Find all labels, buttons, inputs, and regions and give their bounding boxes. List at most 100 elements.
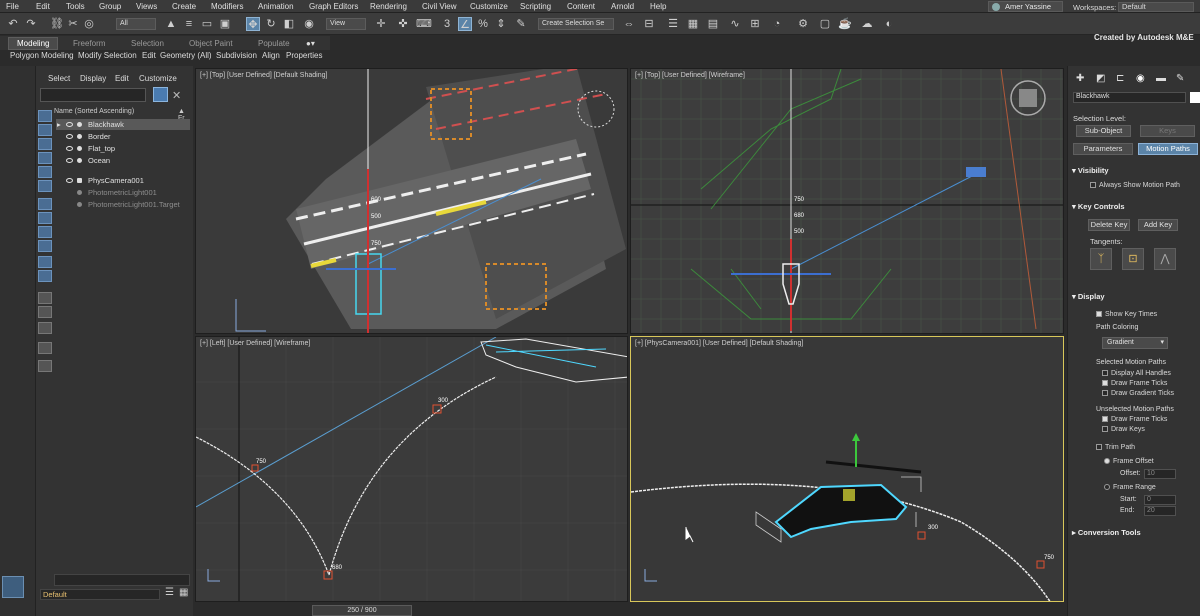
schematic-view-icon[interactable]: ⊞ <box>748 17 762 31</box>
draw-keys-checkbox[interactable]: Draw Keys <box>1102 426 1145 433</box>
se-menu-edit[interactable]: Edit <box>115 74 129 83</box>
viewport-top-shaded[interactable]: [+] [Top] [User Defined] [Default Shadin… <box>195 68 628 334</box>
rectangular-selection-icon[interactable]: ▭ <box>200 17 214 31</box>
workspace-dropdown[interactable]: Default <box>1118 2 1194 12</box>
column-header-name[interactable]: Name (Sorted Ascending) <box>54 108 134 115</box>
link-icon[interactable]: ⛓ <box>50 17 64 31</box>
sync-selection-icon[interactable] <box>38 322 52 334</box>
visibility-rollout[interactable]: ▾ Visibility <box>1072 166 1196 178</box>
display-invert-icon[interactable] <box>38 270 52 282</box>
display-influences-icon[interactable] <box>38 306 52 318</box>
layer-stack-icon[interactable]: ☰ <box>165 587 174 598</box>
se-menu-select[interactable]: Select <box>48 74 70 83</box>
offset-field[interactable]: 10 <box>1144 469 1176 479</box>
conversion-tools-rollout[interactable]: ▸ Conversion Tools <box>1072 528 1196 540</box>
panel-properties[interactable]: Properties <box>286 51 322 60</box>
rendered-frame-window-icon[interactable]: ▢ <box>818 17 832 31</box>
render-production-icon[interactable]: ☕ <box>838 17 852 31</box>
se-menu-customize[interactable]: Customize <box>139 74 177 83</box>
start-field[interactable]: 0 <box>1144 495 1176 505</box>
motion-key[interactable] <box>251 464 259 472</box>
viewport-layout-icon[interactable] <box>2 576 24 598</box>
scene-search-input[interactable] <box>40 88 146 102</box>
menu-scripting[interactable]: Scripting <box>520 2 551 11</box>
display-lights-icon[interactable] <box>38 152 52 164</box>
tangent-linear-icon[interactable]: ⋀ <box>1154 248 1176 270</box>
trim-path-checkbox[interactable]: Trim Path <box>1096 444 1135 451</box>
display-rollout[interactable]: ▾ Display <box>1072 292 1196 304</box>
unlink-icon[interactable]: ✂ <box>66 17 80 31</box>
eye-icon[interactable] <box>66 146 73 151</box>
selection-filter-dropdown[interactable]: All <box>116 18 156 30</box>
scene-item-ocean[interactable]: Ocean <box>56 155 190 166</box>
tab-populate[interactable]: Populate <box>258 39 290 48</box>
scene-item-flat-top[interactable]: Flat_top <box>56 143 190 154</box>
camera-object[interactable] <box>966 167 986 177</box>
scene-item-border[interactable]: Border <box>56 131 190 142</box>
select-manipulate-icon[interactable]: ✜ <box>396 17 410 31</box>
tab-object-paint[interactable]: Object Paint <box>189 39 233 48</box>
toggle-scene-explorer-icon[interactable]: ☰ <box>666 17 680 31</box>
scene-item-physcamera[interactable]: PhysCamera001 <box>56 175 190 186</box>
tangent-smooth-icon[interactable]: ᛉ <box>1090 248 1112 270</box>
viewport-label[interactable]: [+] [Top] [User Defined] [Default Shadin… <box>200 72 327 79</box>
viewport-label[interactable]: [+] [Top] [User Defined] [Wireframe] <box>635 72 745 79</box>
menu-help[interactable]: Help <box>650 2 666 11</box>
menu-modifiers[interactable]: Modifiers <box>211 2 243 11</box>
scene-item-blackhawk[interactable]: ▸ Blackhawk <box>56 119 190 130</box>
motion-key[interactable] <box>917 531 926 540</box>
delete-key-button[interactable]: Delete Key <box>1088 219 1130 231</box>
gizmo-arrow-icon[interactable] <box>852 433 860 441</box>
viewport-camera-shaded[interactable]: [+] [PhysCamera001] [User Defined] [Defa… <box>630 336 1064 602</box>
menu-edit[interactable]: Edit <box>36 2 50 11</box>
toggle-layer-explorer-icon[interactable]: ▦ <box>686 17 700 31</box>
parameters-button[interactable]: Parameters <box>1073 143 1133 155</box>
tab-modeling[interactable]: Modeling <box>8 37 59 50</box>
utilities-tab-icon[interactable]: ✎ <box>1176 73 1184 84</box>
helicopter-wireframe[interactable] <box>480 338 628 383</box>
frame-offset-radio[interactable]: Frame Offset <box>1104 458 1154 465</box>
always-show-motion-path-checkbox[interactable]: Always Show Motion Path <box>1090 182 1180 189</box>
display-cameras-icon[interactable] <box>38 166 52 178</box>
undo-icon[interactable]: ↶ <box>6 17 20 31</box>
display-children-icon[interactable] <box>38 292 52 304</box>
panel-align[interactable]: Align <box>262 51 280 60</box>
tangent-step-icon[interactable]: ⊡ <box>1122 248 1144 270</box>
create-tab-icon[interactable]: ✚ <box>1076 73 1084 84</box>
menu-tools[interactable]: Tools <box>66 2 85 11</box>
viewport-left-wireframe[interactable]: [+] [Left] [User Defined] [Wireframe] 75… <box>195 336 628 602</box>
path-coloring-dropdown[interactable]: Gradient ▾ <box>1102 337 1168 349</box>
motion-paths-button[interactable]: Motion Paths <box>1138 143 1198 155</box>
display-xrefs-icon[interactable] <box>38 226 52 238</box>
viewport-label[interactable]: [+] [PhysCamera001] [User Defined] [Defa… <box>635 340 803 347</box>
end-field[interactable]: 20 <box>1144 506 1176 516</box>
render-in-cloud-icon[interactable]: ☁ <box>860 17 874 31</box>
panel-geometry-all[interactable]: Geometry (All) <box>160 51 212 60</box>
place-icon[interactable]: ◉ <box>302 17 316 31</box>
key-controls-rollout[interactable]: ▾ Key Controls <box>1072 202 1196 214</box>
scene-item-photometric-target[interactable]: PhotometricLight001.Target <box>56 199 190 210</box>
scene-item-photometric-light[interactable]: PhotometricLight001 <box>56 187 190 198</box>
add-key-button[interactable]: Add Key <box>1138 219 1178 231</box>
menu-rendering[interactable]: Rendering <box>370 2 407 11</box>
select-by-name-icon[interactable]: ≡ <box>182 17 196 31</box>
display-geometry-icon[interactable] <box>38 124 52 136</box>
align-icon[interactable]: ⊟ <box>642 17 656 31</box>
select-object-icon[interactable]: ▲ <box>164 17 178 31</box>
angle-snap-icon[interactable]: ∠ <box>458 17 472 31</box>
user-account-dropdown[interactable]: Amer Yassine <box>988 1 1063 12</box>
menu-civil-view[interactable]: Civil View <box>422 2 457 11</box>
filter-icon[interactable] <box>153 87 168 102</box>
panel-modify-selection[interactable]: Modify Selection <box>78 51 137 60</box>
reference-coordinate-dropdown[interactable]: View <box>326 18 366 30</box>
display-bones-icon[interactable] <box>38 240 52 252</box>
panel-polygon-modeling[interactable]: Polygon Modeling <box>10 51 74 60</box>
named-selection-set-dropdown[interactable]: Create Selection Se <box>538 18 614 30</box>
panel-subdivision[interactable]: Subdivision <box>216 51 257 60</box>
menu-content[interactable]: Content <box>567 2 595 11</box>
select-and-move-icon[interactable]: ✥ <box>246 17 260 31</box>
select-and-rotate-icon[interactable]: ↻ <box>264 17 278 31</box>
menu-file[interactable]: File <box>6 2 19 11</box>
mirror-icon[interactable]: ⇔ <box>622 17 636 31</box>
display-helpers-icon[interactable] <box>38 180 52 192</box>
